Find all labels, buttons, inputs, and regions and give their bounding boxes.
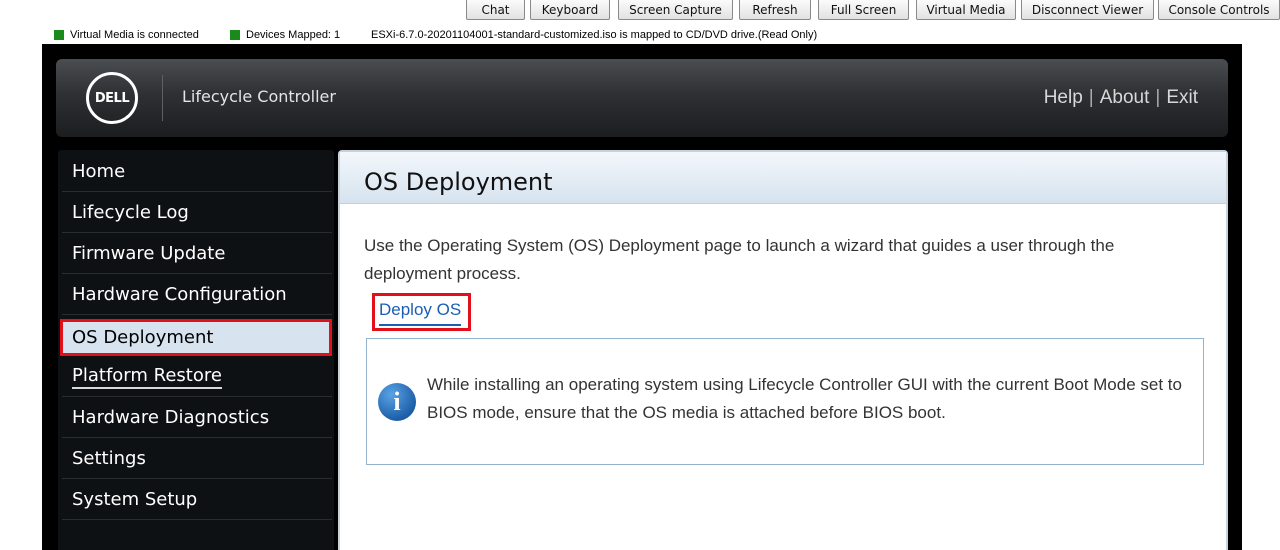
iso-mapped-text: ESXi-6.7.0-20201104001-standard-customiz… — [371, 29, 818, 41]
console-controls-button[interactable]: Console Controls — [1158, 0, 1280, 20]
lc-header: DELL Lifecycle Controller Help | About |… — [56, 59, 1228, 137]
devices-mapped-text: Devices Mapped: 1 — [246, 29, 341, 41]
virtual-media-status-text: Virtual Media is connected — [70, 29, 199, 41]
iso-mapped-status: ESXi-6.7.0-20201104001-standard-customiz… — [371, 27, 817, 43]
status-line: Virtual Media is connected Devices Mappe… — [0, 27, 1280, 43]
info-icon: i — [378, 383, 416, 421]
link-separator: | — [1088, 87, 1094, 108]
main-header: OS Deployment — [340, 152, 1226, 204]
page-description: Use the Operating System (OS) Deployment… — [364, 236, 1115, 283]
info-icon-glyph: i — [393, 387, 401, 416]
sidebar-item-label: OS Deployment — [72, 327, 214, 348]
about-link[interactable]: About — [1100, 87, 1150, 109]
sidebar-item-label: Settings — [72, 448, 146, 469]
sidebar-item-system-setup[interactable]: System Setup — [62, 480, 332, 520]
sidebar-item-home[interactable]: Home — [62, 152, 332, 192]
disconnect-viewer-button[interactable]: Disconnect Viewer — [1021, 0, 1154, 20]
sidebar-item-platform-restore[interactable]: Platform Restore — [62, 357, 332, 397]
sidebar-item-lifecycle-log[interactable]: Lifecycle Log — [62, 193, 332, 233]
exit-link[interactable]: Exit — [1166, 87, 1198, 109]
dell-logo: DELL — [86, 72, 138, 124]
help-link[interactable]: Help — [1044, 87, 1083, 109]
sidebar-item-os-deployment[interactable]: OS Deployment — [60, 319, 332, 356]
deploy-os-highlight: Deploy OS — [372, 293, 471, 331]
refresh-button[interactable]: Refresh — [739, 0, 811, 20]
app-title: Lifecycle Controller — [182, 87, 336, 106]
sidebar-item-label: System Setup — [72, 489, 198, 510]
devices-mapped-status: Devices Mapped: 1 — [230, 27, 340, 43]
sidebar-item-label: Hardware Configuration — [72, 284, 287, 305]
page-title: OS Deployment — [364, 168, 553, 196]
sidebar-item-label: Hardware Diagnostics — [72, 407, 270, 428]
dell-logo-text: DELL — [94, 90, 130, 106]
status-indicator-icon — [230, 30, 240, 40]
info-notice: i While installing an operating system u… — [366, 338, 1204, 465]
sidebar-item-label: Platform Restore — [72, 365, 222, 389]
header-divider — [162, 75, 163, 121]
screen-capture-button[interactable]: Screen Capture — [618, 0, 733, 20]
sidebar-item-label: Home — [72, 161, 126, 182]
virtual-media-button[interactable]: Virtual Media — [916, 0, 1016, 20]
header-links: Help | About | Exit — [1044, 87, 1198, 109]
sidebar-item-label: Firmware Update — [72, 243, 226, 264]
keyboard-button[interactable]: Keyboard — [530, 0, 610, 20]
virtual-media-status: Virtual Media is connected — [54, 27, 199, 43]
sidebar-item-firmware-update[interactable]: Firmware Update — [62, 234, 332, 274]
info-notice-text: While installing an operating system usi… — [427, 375, 1182, 422]
status-indicator-icon — [54, 30, 64, 40]
sidebar-item-hardware-configuration[interactable]: Hardware Configuration — [62, 275, 332, 315]
deploy-os-link[interactable]: Deploy OS — [379, 300, 462, 326]
chat-button[interactable]: Chat — [466, 0, 525, 20]
sidebar-item-settings[interactable]: Settings — [62, 439, 332, 479]
full-screen-button[interactable]: Full Screen — [818, 0, 909, 20]
sidebar-item-hardware-diagnostics[interactable]: Hardware Diagnostics — [62, 398, 332, 438]
main-panel: OS Deployment Use the Operating System (… — [338, 150, 1228, 550]
sidebar-nav: Home Lifecycle Log Firmware Update Hardw… — [58, 150, 334, 550]
link-separator: | — [1155, 87, 1161, 108]
sidebar-item-label: Lifecycle Log — [72, 202, 189, 223]
viewer-toolbar: Chat Keyboard Screen Capture Refresh Ful… — [0, 0, 1280, 20]
